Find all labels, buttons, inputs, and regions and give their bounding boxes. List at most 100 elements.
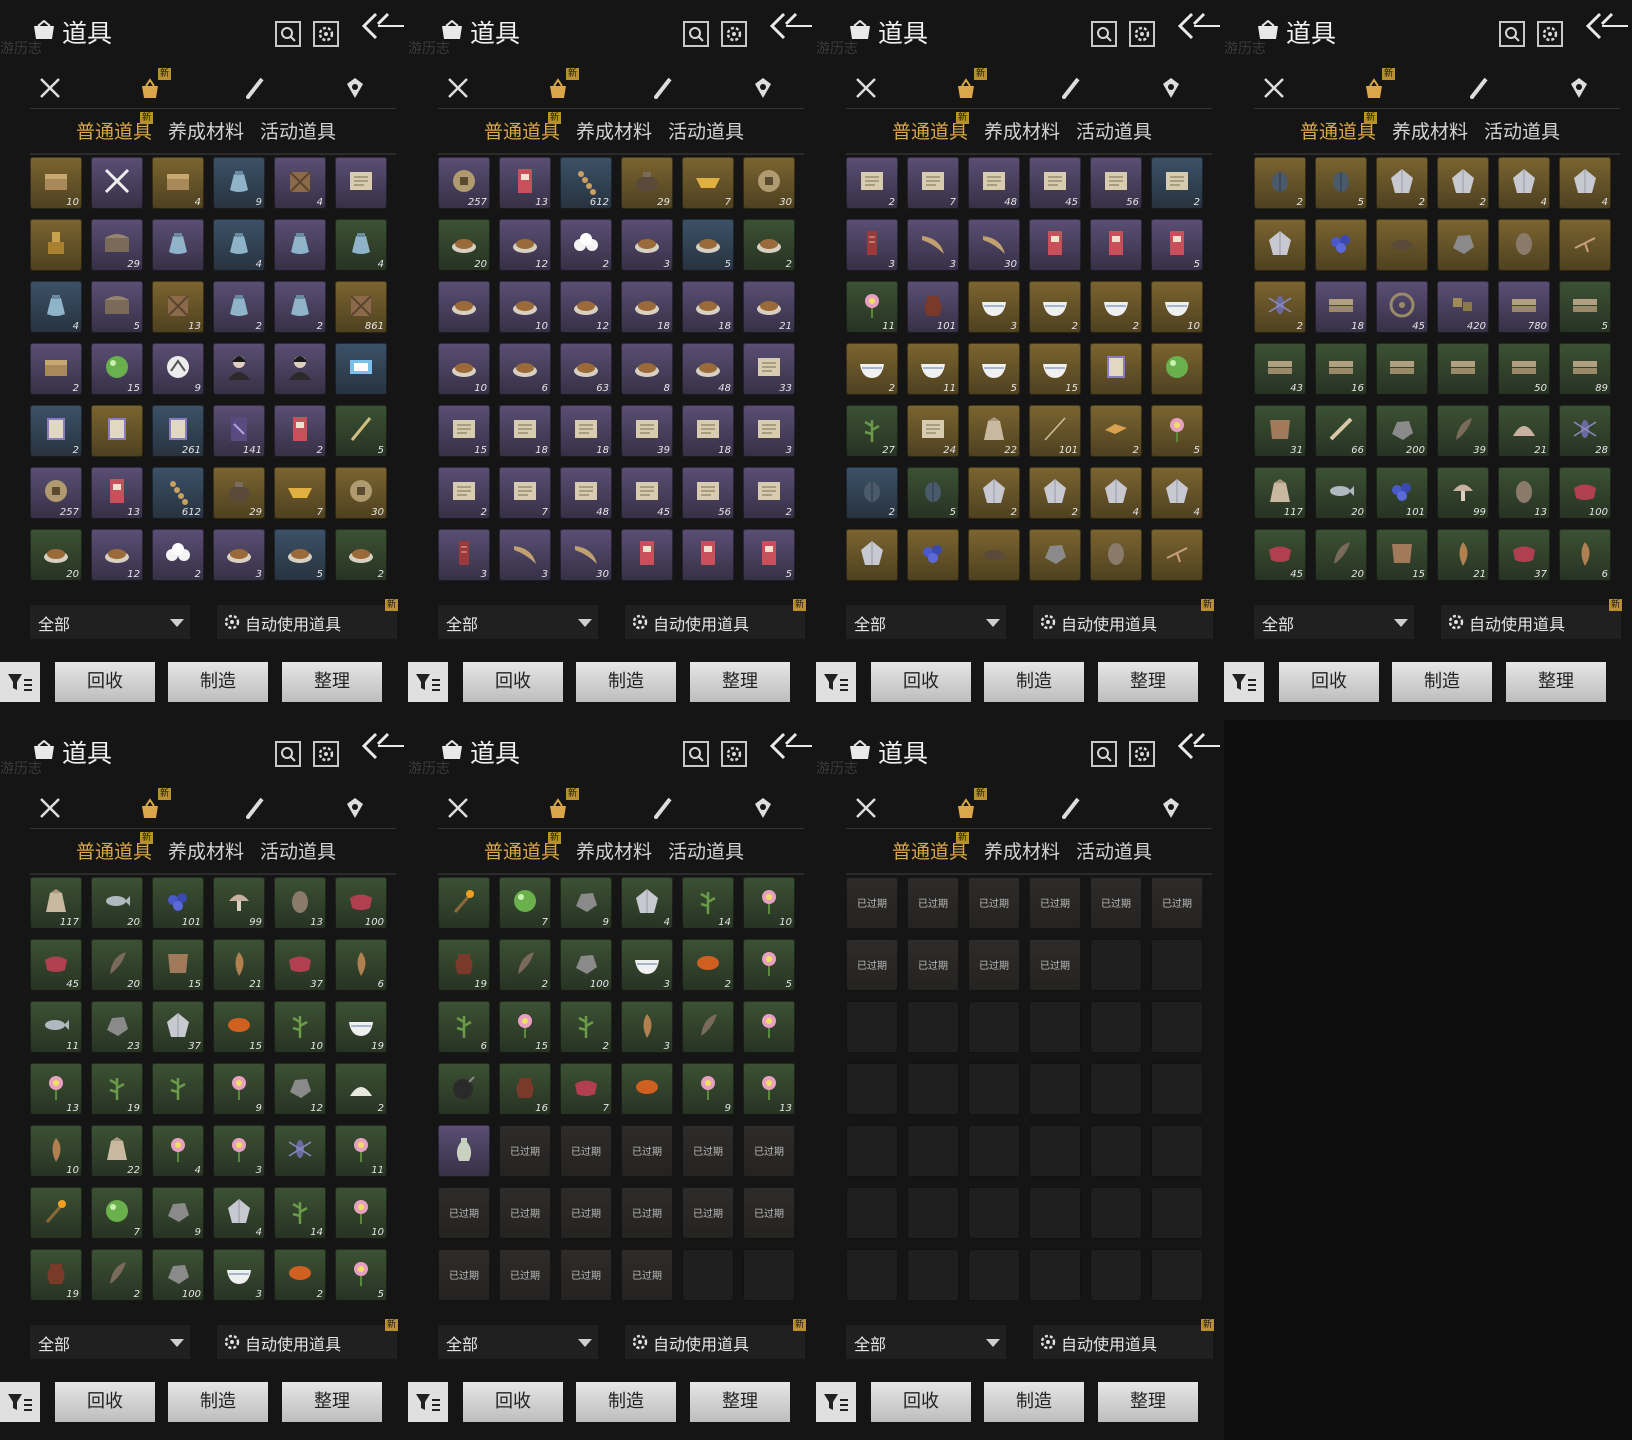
category-weapons[interactable] bbox=[30, 790, 70, 830]
item-slot[interactable]: 66 bbox=[1315, 405, 1367, 457]
expired-slot[interactable]: 已过期 bbox=[907, 939, 959, 991]
search-button[interactable] bbox=[275, 741, 301, 767]
item-slot[interactable]: 420 bbox=[1437, 281, 1489, 333]
category-gems[interactable] bbox=[335, 790, 375, 830]
item-slot[interactable]: 28 bbox=[1559, 405, 1611, 457]
tab-growth-materials[interactable]: 养成材料 bbox=[576, 117, 652, 144]
item-slot[interactable]: 18 bbox=[621, 281, 673, 333]
recycle-button[interactable]: 回收 bbox=[871, 1382, 971, 1422]
item-slot[interactable]: 2 bbox=[30, 405, 82, 457]
recycle-button[interactable]: 回收 bbox=[55, 662, 155, 702]
search-button[interactable] bbox=[1499, 21, 1525, 47]
item-slot[interactable]: 2 bbox=[91, 1249, 143, 1301]
item-slot[interactable] bbox=[1090, 343, 1142, 395]
filter-dropdown[interactable]: 全部 bbox=[846, 605, 1006, 639]
item-slot[interactable] bbox=[1029, 219, 1081, 271]
category-gems[interactable] bbox=[743, 70, 783, 110]
organize-button[interactable]: 整理 bbox=[282, 662, 382, 702]
item-slot[interactable]: 20 bbox=[1315, 529, 1367, 581]
craft-button[interactable]: 制造 bbox=[168, 662, 268, 702]
category-scrolls[interactable] bbox=[235, 70, 275, 110]
item-slot[interactable]: 15 bbox=[499, 1001, 551, 1053]
item-slot[interactable]: 45 bbox=[1029, 157, 1081, 209]
tab-event-items[interactable]: 活动道具 bbox=[1076, 837, 1152, 864]
item-slot[interactable]: 6 bbox=[499, 343, 551, 395]
item-slot[interactable]: 14 bbox=[682, 877, 734, 929]
item-slot[interactable]: 6 bbox=[335, 939, 387, 991]
item-slot[interactable]: 27 bbox=[846, 405, 898, 457]
item-slot[interactable]: 7 bbox=[907, 157, 959, 209]
item-slot[interactable]: 13 bbox=[499, 157, 551, 209]
item-slot[interactable] bbox=[274, 1125, 326, 1177]
item-slot[interactable]: 3 bbox=[213, 1125, 265, 1177]
item-slot[interactable]: 2 bbox=[1376, 157, 1428, 209]
item-slot[interactable]: 11 bbox=[30, 1001, 82, 1053]
category-items[interactable]: 新 bbox=[1354, 68, 1395, 110]
item-slot[interactable] bbox=[682, 1001, 734, 1053]
item-slot[interactable]: 10 bbox=[499, 281, 551, 333]
item-slot[interactable]: 45 bbox=[1254, 529, 1306, 581]
item-slot[interactable] bbox=[1376, 219, 1428, 271]
item-slot[interactable] bbox=[30, 219, 82, 271]
item-slot[interactable]: 21 bbox=[743, 281, 795, 333]
craft-button[interactable]: 制造 bbox=[576, 1382, 676, 1422]
category-weapons[interactable] bbox=[846, 70, 886, 110]
expired-slot[interactable]: 已过期 bbox=[499, 1125, 551, 1177]
item-slot[interactable]: 13 bbox=[30, 1063, 82, 1115]
item-slot[interactable]: 4 bbox=[621, 877, 673, 929]
tab-event-items[interactable]: 活动道具 bbox=[668, 837, 744, 864]
item-slot[interactable]: 48 bbox=[968, 157, 1020, 209]
item-slot[interactable]: 9 bbox=[152, 1187, 204, 1239]
item-slot[interactable]: 3 bbox=[438, 529, 490, 581]
item-slot[interactable] bbox=[682, 529, 734, 581]
item-slot[interactable]: 2 bbox=[213, 281, 265, 333]
item-slot[interactable]: 23 bbox=[91, 1001, 143, 1053]
item-slot[interactable]: 5 bbox=[335, 405, 387, 457]
item-slot[interactable]: 117 bbox=[1254, 467, 1306, 519]
item-slot[interactable]: 100 bbox=[335, 877, 387, 929]
item-slot[interactable]: 20 bbox=[91, 939, 143, 991]
item-slot[interactable]: 5 bbox=[1151, 405, 1203, 457]
item-slot[interactable]: 100 bbox=[152, 1249, 204, 1301]
item-slot[interactable] bbox=[152, 219, 204, 271]
item-slot[interactable]: 2 bbox=[846, 343, 898, 395]
auto-use-toggle[interactable]: 自动使用道具 新 bbox=[217, 1319, 398, 1359]
item-slot[interactable]: 9 bbox=[152, 343, 204, 395]
item-slot[interactable]: 2 bbox=[438, 467, 490, 519]
item-slot[interactable]: 45 bbox=[1376, 281, 1428, 333]
item-slot[interactable]: 22 bbox=[91, 1125, 143, 1177]
item-slot[interactable]: 2 bbox=[274, 281, 326, 333]
item-slot[interactable]: 10 bbox=[743, 877, 795, 929]
item-slot[interactable]: 861 bbox=[335, 281, 387, 333]
item-slot[interactable]: 24 bbox=[907, 405, 959, 457]
item-slot[interactable]: 6 bbox=[1559, 529, 1611, 581]
expired-slot[interactable]: 已过期 bbox=[682, 1125, 734, 1177]
item-slot[interactable]: 7 bbox=[499, 467, 551, 519]
item-slot[interactable]: 16 bbox=[1315, 343, 1367, 395]
auto-use-toggle[interactable]: 自动使用道具 新 bbox=[217, 599, 398, 639]
item-slot[interactable] bbox=[1376, 343, 1428, 395]
item-slot[interactable]: 10 bbox=[438, 343, 490, 395]
item-slot[interactable]: 11 bbox=[335, 1125, 387, 1177]
item-slot[interactable]: 7 bbox=[274, 467, 326, 519]
item-slot[interactable]: 2 bbox=[335, 529, 387, 581]
item-slot[interactable]: 5 bbox=[91, 281, 143, 333]
item-slot[interactable]: 5 bbox=[907, 467, 959, 519]
recycle-button[interactable]: 回收 bbox=[55, 1382, 155, 1422]
item-slot[interactable]: 9 bbox=[560, 877, 612, 929]
item-slot[interactable]: 30 bbox=[335, 467, 387, 519]
item-slot[interactable] bbox=[968, 529, 1020, 581]
item-slot[interactable]: 9 bbox=[682, 1063, 734, 1115]
item-slot[interactable]: 4 bbox=[335, 219, 387, 271]
tab-growth-materials[interactable]: 养成材料 bbox=[984, 117, 1060, 144]
item-slot[interactable]: 43 bbox=[1254, 343, 1306, 395]
item-slot[interactable]: 257 bbox=[438, 157, 490, 209]
item-slot[interactable]: 5 bbox=[1559, 281, 1611, 333]
item-slot[interactable]: 13 bbox=[274, 877, 326, 929]
craft-button[interactable]: 制造 bbox=[984, 662, 1084, 702]
item-slot[interactable] bbox=[91, 157, 143, 209]
tab-growth-materials[interactable]: 养成材料 bbox=[168, 837, 244, 864]
item-slot[interactable]: 89 bbox=[1559, 343, 1611, 395]
item-slot[interactable] bbox=[91, 405, 143, 457]
tab-event-items[interactable]: 活动道具 bbox=[668, 117, 744, 144]
